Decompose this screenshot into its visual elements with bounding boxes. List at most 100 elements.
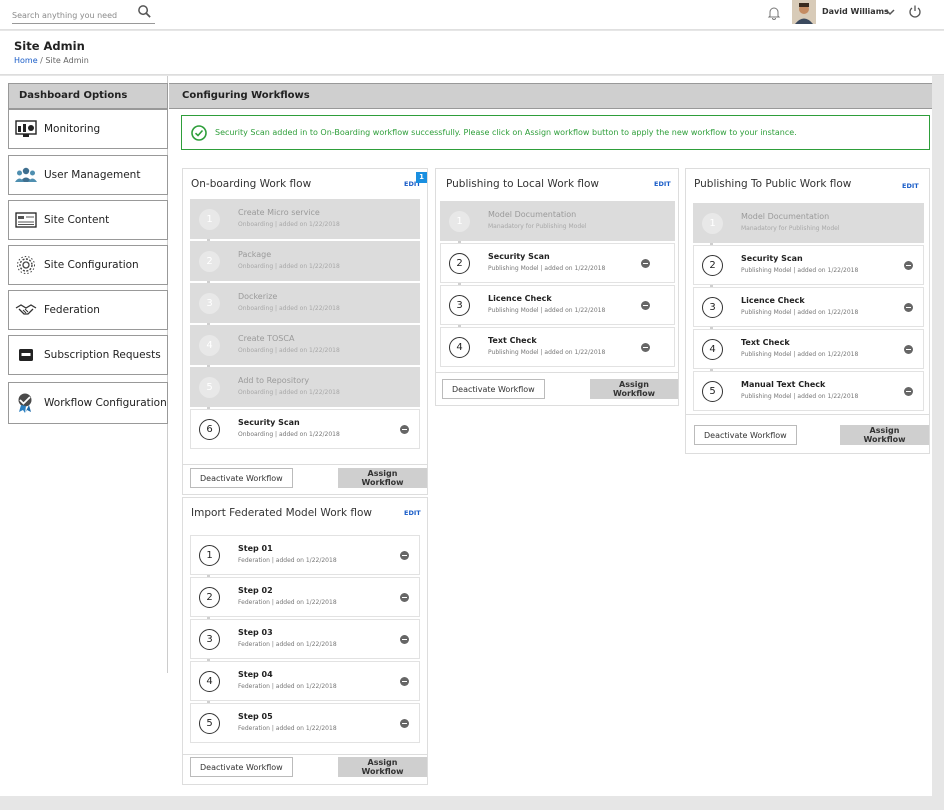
chevron-down-icon[interactable]: [885, 7, 895, 17]
step-desc: Onboarding | added on 1/22/2018: [238, 389, 340, 396]
step-number: 3: [199, 293, 220, 314]
workflow-step: 1 Model Documentation Manadatory for Publi…: [440, 201, 675, 241]
remove-step-icon[interactable]: [904, 345, 913, 354]
assign-workflow-button[interactable]: Assign Workflow: [590, 379, 678, 399]
step-name: Dockerize: [238, 292, 278, 301]
alert-text: Security Scan added in to On-Boarding wo…: [215, 128, 797, 137]
sidebar-item-workflow-configuration[interactable]: Workflow Configuration: [8, 382, 168, 424]
users-icon: [15, 164, 37, 186]
step-number: 4: [449, 337, 470, 358]
remove-step-icon[interactable]: [400, 635, 409, 644]
step-name: Text Check: [741, 338, 790, 347]
remove-step-icon[interactable]: [400, 593, 409, 602]
edit-link[interactable]: EDIT: [654, 180, 671, 188]
page-title: Site Admin: [14, 39, 85, 53]
sidebar-item-user-management[interactable]: User Management: [8, 155, 168, 195]
workflow-title: On-boarding Work flow: [191, 178, 312, 190]
assign-workflow-button[interactable]: Assign Workflow: [840, 425, 929, 445]
workflow-step: 3 Step 03 Federation | added on 1/22/2018: [190, 619, 420, 659]
search-input[interactable]: [12, 6, 130, 25]
step-name: Step 03: [238, 628, 273, 637]
sidebar-item-label: Subscription Requests: [44, 349, 161, 361]
user-name[interactable]: David Williams: [822, 7, 889, 16]
remove-step-icon[interactable]: [400, 719, 409, 728]
remove-step-icon[interactable]: [641, 343, 650, 352]
step-name: Create TOSCA: [238, 334, 295, 343]
bell-icon[interactable]: [767, 6, 781, 20]
step-number: 1: [199, 545, 220, 566]
edit-link[interactable]: EDIT: [404, 509, 421, 517]
step-name: Manual Text Check: [741, 380, 826, 389]
step-desc: Onboarding | added on 1/22/2018: [238, 263, 340, 270]
edit-link[interactable]: EDIT: [902, 182, 919, 190]
remove-step-icon[interactable]: [904, 387, 913, 396]
deactivate-workflow-button[interactable]: Deactivate Workflow: [442, 379, 545, 399]
step-number: 6: [199, 419, 220, 440]
search-icon[interactable]: [137, 4, 152, 19]
remove-step-icon[interactable]: [400, 425, 409, 434]
gear-icon: [15, 254, 37, 276]
step-number: 2: [199, 251, 220, 272]
remove-step-icon[interactable]: [641, 301, 650, 310]
breadcrumb-home-link[interactable]: Home: [14, 56, 38, 65]
step-desc: Onboarding | added on 1/22/2018: [238, 347, 340, 354]
deactivate-workflow-button[interactable]: Deactivate Workflow: [694, 425, 797, 445]
step-desc: Publishing Model | added on 1/22/2018: [741, 309, 859, 316]
sidebar-item-federation[interactable]: Federation: [8, 290, 168, 330]
remove-step-icon[interactable]: [904, 261, 913, 270]
avatar[interactable]: [792, 0, 816, 24]
sidebar-item-label: Workflow Configuration: [44, 397, 167, 409]
workflow-step: 2 Package Onboarding | added on 1/22/2018: [190, 241, 420, 281]
step-name: Licence Check: [488, 294, 552, 303]
step-desc: Federation | added on 1/22/2018: [238, 683, 337, 690]
main-heading: Configuring Workflows: [169, 83, 932, 109]
step-desc: Publishing Model | added on 1/22/2018: [488, 307, 606, 314]
assign-workflow-button[interactable]: Assign Workflow: [338, 757, 427, 777]
workflow-step: 1 Model Documentation Manadatory for Publi…: [693, 203, 924, 243]
check-circle-icon: [191, 124, 207, 141]
step-desc: Onboarding | added on 1/22/2018: [238, 221, 340, 228]
sidebar-item-label: Site Configuration: [44, 259, 139, 271]
remove-step-icon[interactable]: [641, 259, 650, 268]
step-number: 3: [199, 629, 220, 650]
step-name: Package: [238, 250, 272, 259]
step-name: Model Documentation: [741, 212, 830, 221]
step-number: 3: [702, 297, 723, 318]
step-desc: Federation | added on 1/22/2018: [238, 557, 337, 564]
power-icon[interactable]: [908, 4, 922, 18]
step-number: 4: [199, 335, 220, 356]
deactivate-workflow-button[interactable]: Deactivate Workflow: [190, 757, 293, 777]
breadcrumb: Home / Site Admin: [14, 56, 89, 65]
workflow-step: 4 Text Check Publishing Model | added on 1…: [440, 327, 675, 367]
step-desc: Federation | added on 1/22/2018: [238, 641, 337, 648]
sidebar-item-site-configuration[interactable]: Site Configuration: [8, 245, 168, 285]
handshake-icon: [15, 299, 37, 321]
step-desc: Federation | added on 1/22/2018: [238, 725, 337, 732]
sidebar-item-subscription-requests[interactable]: Subscription Requests: [8, 335, 168, 375]
remove-step-icon[interactable]: [400, 677, 409, 686]
workflow-step: 1 Create Micro service Onboarding | added …: [190, 199, 420, 239]
step-desc: Publishing Model | added on 1/22/2018: [488, 265, 606, 272]
workflow-title: Import Federated Model Work flow: [191, 507, 372, 519]
workflow-step: 3 Licence Check Publishing Model | added o…: [440, 285, 675, 325]
step-desc: Manadatory for Publishing Model: [488, 223, 587, 230]
step-desc: Onboarding | added on 1/22/2018: [238, 305, 340, 312]
remove-step-icon[interactable]: [904, 303, 913, 312]
step-name: Step 04: [238, 670, 273, 679]
federated-actions: Deactivate Workflow Assign Workflow: [182, 755, 428, 785]
top-bar: David Williams: [0, 0, 944, 30]
breadcrumb-current: Site Admin: [45, 56, 89, 65]
monitor-icon: [15, 118, 37, 140]
step-number: 5: [199, 377, 220, 398]
step-name: Text Check: [488, 336, 537, 345]
sidebar-item-site-content[interactable]: Site Content: [8, 200, 168, 240]
sidebar-item-monitoring[interactable]: Monitoring: [8, 109, 168, 149]
success-alert: Security Scan added in to On-Boarding wo…: [181, 115, 930, 150]
step-desc: Publishing Model | added on 1/22/2018: [741, 351, 859, 358]
sidebar-item-label: Site Content: [44, 214, 110, 226]
step-name: Create Micro service: [238, 208, 320, 217]
sidebar-item-label: Monitoring: [44, 123, 101, 135]
assign-workflow-button[interactable]: Assign Workflow: [338, 468, 427, 488]
remove-step-icon[interactable]: [400, 551, 409, 560]
deactivate-workflow-button[interactable]: Deactivate Workflow: [190, 468, 293, 488]
